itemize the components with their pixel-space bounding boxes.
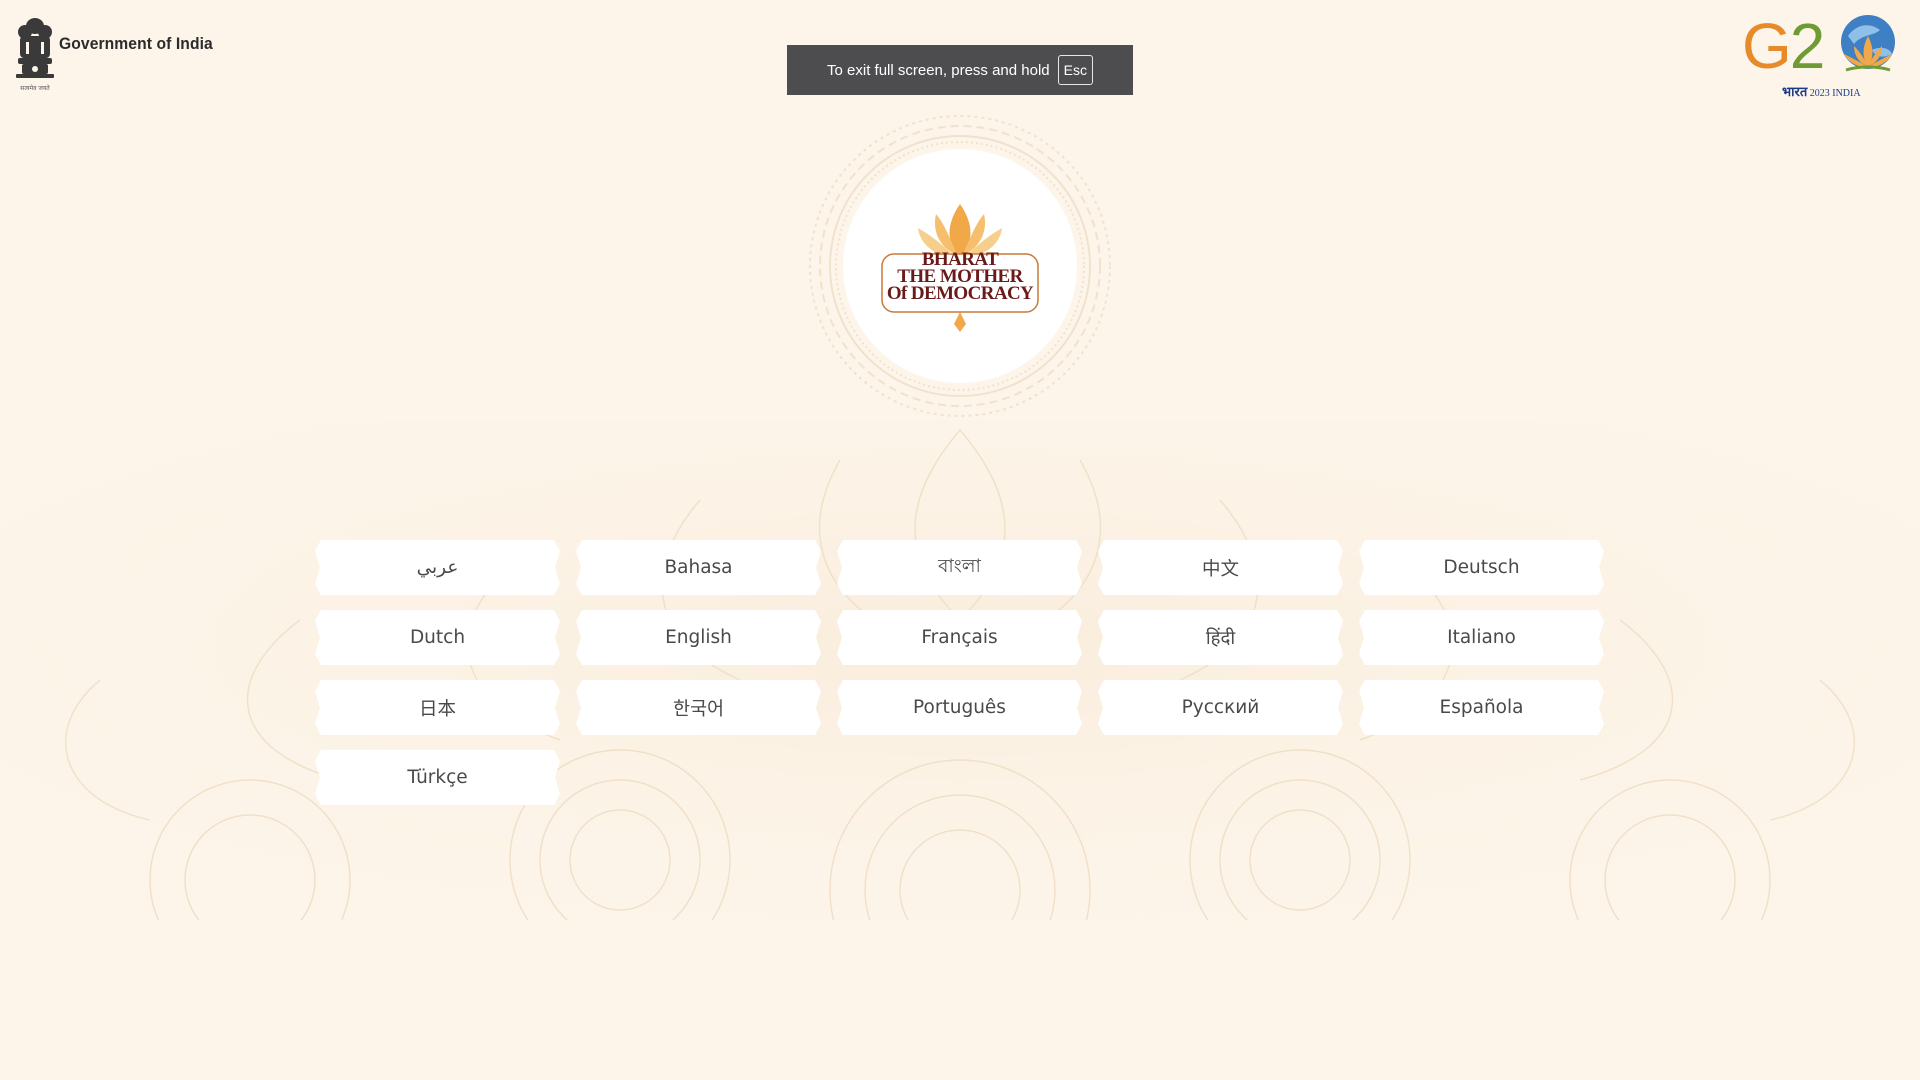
language-button-korean[interactable]: 한국어 — [576, 680, 821, 735]
government-label: Government of India — [59, 34, 213, 53]
g20-lotus-globe-icon — [1841, 15, 1895, 72]
g20-logo: G2 भारत 2023 INDIA — [1742, 10, 1906, 102]
language-button-espanola[interactable]: Española — [1359, 680, 1604, 735]
language-grid: عربي Bahasa বাংলা 中文 Deutsch Dutch Engli… — [315, 540, 1605, 805]
language-button-english[interactable]: English — [576, 610, 821, 665]
emblem-motto: सत्यमेव जयते — [20, 84, 50, 92]
language-button-francais[interactable]: Français — [837, 610, 1082, 665]
fullscreen-notice-text: To exit full screen, press and hold — [827, 61, 1050, 79]
medallion-line-3: Of DEMOCRACY — [886, 283, 1034, 304]
language-selection-page: सत्यमेव जयते Government of India To exit… — [0, 0, 1920, 1080]
language-button-japanese[interactable]: 日本 — [315, 680, 560, 735]
language-button-hindi[interactable]: हिंदी — [1098, 610, 1343, 665]
language-button-bangla[interactable]: বাংলা — [837, 540, 1082, 595]
language-button-chinese[interactable]: 中文 — [1098, 540, 1343, 595]
language-button-deutsch[interactable]: Deutsch — [1359, 540, 1604, 595]
g20-hindi-label: भारत — [1782, 84, 1808, 99]
language-button-dutch[interactable]: Dutch — [315, 610, 560, 665]
g20-subtitle: भारत 2023 INDIA — [1782, 82, 1861, 100]
language-button-portugues[interactable]: Português — [837, 680, 1082, 735]
language-button-italiano[interactable]: Italiano — [1359, 610, 1604, 665]
medallion-title: BHARAT THE MOTHER Of DEMOCRACY — [800, 250, 1120, 304]
esc-key-badge: Esc — [1057, 55, 1093, 85]
language-button-arabic[interactable]: عربي — [315, 540, 560, 595]
language-button-bahasa[interactable]: Bahasa — [576, 540, 821, 595]
fullscreen-exit-notice: To exit full screen, press and hold Esc — [787, 45, 1133, 95]
mother-of-democracy-medallion: BHARAT THE MOTHER Of DEMOCRACY — [800, 106, 1120, 426]
language-button-turkce[interactable]: Türkçe — [315, 750, 560, 805]
language-button-russian[interactable]: Русский — [1098, 680, 1343, 735]
national-emblem-icon: सत्यमेव जयते — [16, 18, 54, 92]
g20-wordmark: G2 — [1742, 10, 1825, 82]
government-of-india-logo: सत्यमेव जयते Government of India — [12, 14, 226, 96]
g20-year-label: 2023 INDIA — [1809, 88, 1861, 99]
